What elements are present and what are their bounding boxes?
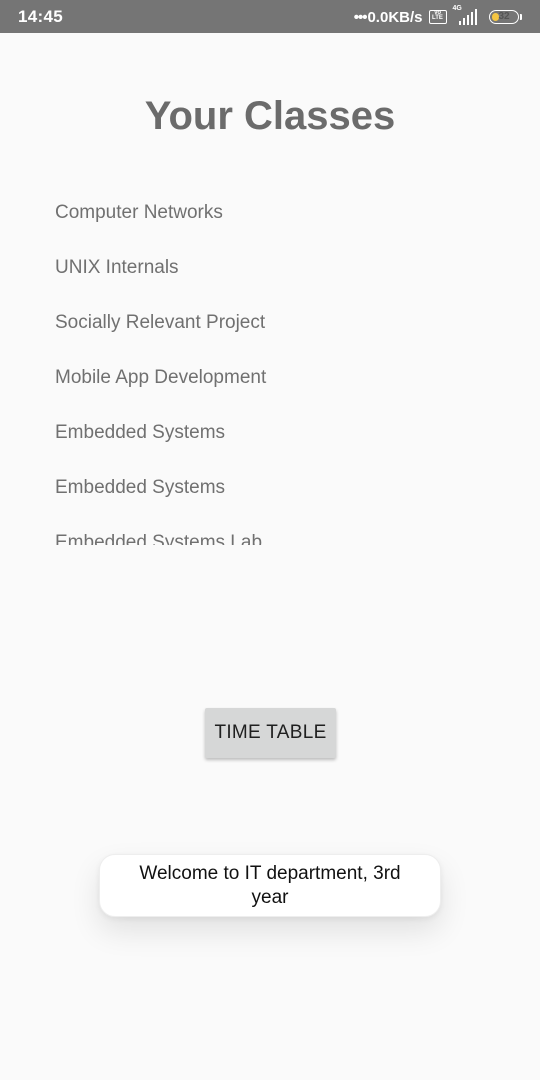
page-title: Your Classes bbox=[144, 94, 396, 138]
volte-icon: Vo LTE bbox=[428, 10, 447, 24]
class-item[interactable]: Embedded Systems bbox=[0, 460, 540, 515]
class-item[interactable]: UNIX Internals bbox=[0, 240, 540, 295]
status-indicators: ••• 0.0KB/s Vo LTE 4G 32 bbox=[354, 5, 522, 28]
battery-icon: 32 bbox=[489, 10, 519, 24]
class-item[interactable]: Embedded Systems bbox=[0, 405, 540, 460]
network-dots: ••• bbox=[353, 8, 368, 26]
network-speed: ••• 0.0KB/s bbox=[354, 9, 423, 26]
signal-network-type: 4G bbox=[452, 5, 462, 12]
battery-level: 32 bbox=[498, 11, 510, 22]
class-item[interactable]: Computer Networks bbox=[0, 185, 540, 240]
signal-icon: 4G bbox=[453, 5, 477, 25]
toast-message: Welcome to IT department, 3rd year bbox=[139, 862, 401, 908]
class-item[interactable]: Embedded Systems Lab bbox=[0, 515, 540, 545]
network-speed-value: 0.0KB/s bbox=[367, 8, 423, 26]
class-list[interactable]: Computer Networks UNIX Internals Sociall… bbox=[0, 185, 540, 545]
welcome-toast: Welcome to IT department, 3rd year bbox=[99, 854, 441, 917]
screen: 14:45 ••• 0.0KB/s Vo LTE 4G 32 Your Clas… bbox=[0, 0, 540, 1080]
class-item[interactable]: Mobile App Development bbox=[0, 350, 540, 405]
status-bar: 14:45 ••• 0.0KB/s Vo LTE 4G 32 bbox=[0, 0, 540, 33]
battery-tip bbox=[520, 14, 522, 20]
class-item[interactable]: Socially Relevant Project bbox=[0, 295, 540, 350]
status-time: 14:45 bbox=[18, 7, 63, 26]
timetable-button[interactable]: TIME TABLE bbox=[205, 708, 336, 758]
